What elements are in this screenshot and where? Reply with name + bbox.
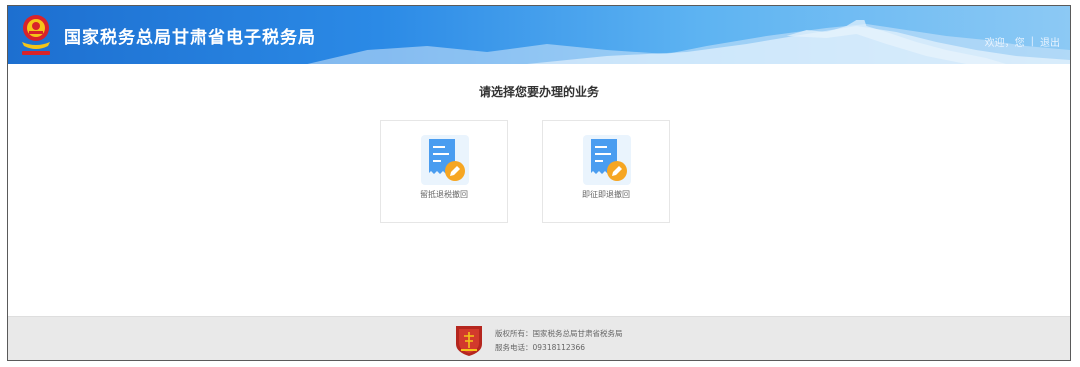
page-title: 请选择您要办理的业务 — [478, 85, 599, 99]
card-label: 即征即退撤回 — [582, 190, 630, 199]
site-footer: 版权所有：国家税务总局甘肃省税务局 服务电话：09318112366 — [8, 316, 1070, 360]
document-edit-icon — [421, 135, 469, 185]
copyright-text: 版权所有：国家税务总局甘肃省税务局 — [495, 329, 623, 338]
card-label: 留抵退税撤回 — [420, 190, 468, 199]
card-retained-tax-refund-withdraw[interactable]: 留抵退税撤回 — [380, 120, 508, 223]
card-instant-refund-withdraw[interactable]: 即征即退撤回 — [542, 120, 670, 223]
site-header: 国家税务总局甘肃省电子税务局 欢迎，您 | 退出 — [8, 6, 1070, 64]
service-phone: 服务电话：09318112366 — [495, 343, 585, 352]
browser-frame: 国家税务总局甘肃省电子税务局 欢迎，您 | 退出 请选择您要办理的业务 留抵退税… — [7, 5, 1071, 361]
logout-link[interactable]: 退出 — [1040, 34, 1060, 49]
tax-emblem-icon — [22, 15, 50, 55]
tax-badge-icon — [456, 326, 482, 356]
document-edit-icon — [583, 135, 631, 185]
welcome-text: 欢迎，您 — [984, 38, 1025, 49]
footer-info: 版权所有：国家税务总局甘肃省税务局 服务电话：09318112366 — [495, 327, 623, 355]
user-bar: 欢迎，您 | 退出 — [985, 34, 1060, 49]
site-title: 国家税务总局甘肃省电子税务局 — [64, 28, 316, 48]
divider: | — [1030, 36, 1034, 47]
